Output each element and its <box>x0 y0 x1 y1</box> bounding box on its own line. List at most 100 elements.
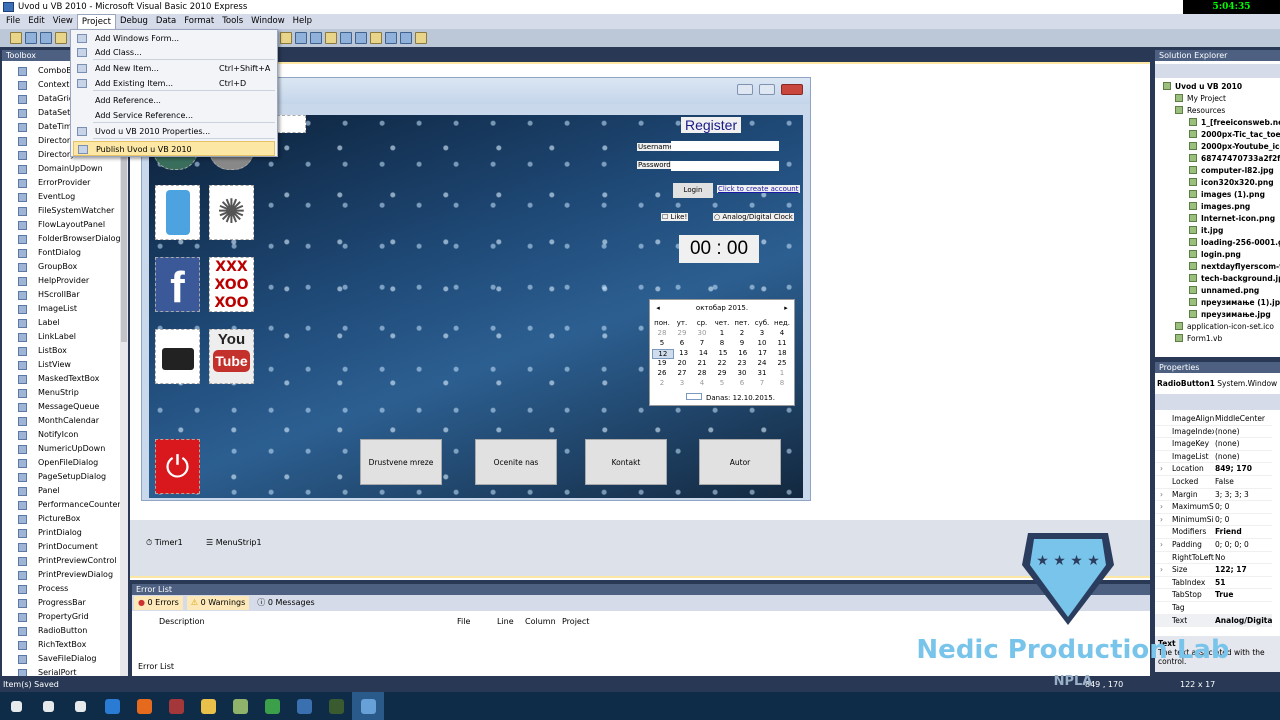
toolbox-item[interactable]: HScrollBar <box>2 288 120 302</box>
minimize-button[interactable] <box>737 84 753 95</box>
calendar-day[interactable]: 4 <box>692 379 712 387</box>
property-value[interactable]: True <box>1215 589 1273 602</box>
calendar-day[interactable]: 11 <box>772 339 792 347</box>
clock-radio-button[interactable]: ○ Analog/Digital Clock <box>713 213 794 221</box>
menu-file[interactable]: File <box>2 14 24 29</box>
property-value[interactable]: 122; 17 <box>1215 564 1273 577</box>
toolbox-item[interactable]: PropertyGrid <box>2 610 120 624</box>
calendar-day[interactable]: 21 <box>692 359 712 367</box>
property-row[interactable]: Tag <box>1155 602 1272 615</box>
calendar-day[interactable]: 7 <box>692 339 712 347</box>
toolbox-item[interactable]: PageSetupDialog <box>2 470 120 484</box>
taskbar-task-view[interactable] <box>64 692 96 720</box>
create-account-link[interactable]: Click to create account <box>717 185 800 193</box>
toolbar-button-icon[interactable] <box>25 32 37 44</box>
resource-file[interactable]: icon320x320.png <box>1189 177 1280 189</box>
menu-item-add-new-item[interactable]: Add New Item... Ctrl+Shift+A <box>73 61 275 76</box>
menu-tools[interactable]: Tools <box>218 14 247 29</box>
calendar-day[interactable]: 6 <box>672 339 692 347</box>
menu-window[interactable]: Window <box>247 14 289 29</box>
taskbar-search[interactable] <box>32 692 64 720</box>
property-row[interactable]: TabIndex 51 <box>1155 577 1272 590</box>
property-value[interactable]: 0; 0 <box>1215 514 1273 527</box>
taskbar-access[interactable] <box>160 692 192 720</box>
timer1-component[interactable]: ⏱ Timer1 <box>146 538 183 548</box>
calendar-day[interactable]: 25 <box>772 359 792 367</box>
calendar-day[interactable]: 27 <box>672 369 692 377</box>
my-project-node[interactable]: My Project <box>1175 93 1280 105</box>
calendar-day[interactable]: 18 <box>772 349 792 359</box>
toolbar-button-icon[interactable] <box>355 32 367 44</box>
property-row[interactable]: Text Analog/Digital Clock <box>1155 614 1273 628</box>
property-row[interactable]: ImageIndex (none) <box>1155 426 1272 439</box>
toolbox-item[interactable]: LinkLabel <box>2 330 120 344</box>
resource-file[interactable]: Internet-icon.png <box>1189 213 1280 225</box>
menu-item-add-reference[interactable]: Add Reference... <box>73 93 275 108</box>
toolbar-button-icon[interactable] <box>40 32 52 44</box>
expand-icon[interactable]: › <box>1160 514 1163 527</box>
toolbox-item[interactable]: PrintPreviewDialog <box>2 568 120 582</box>
property-value[interactable]: Analog/Digital Clock <box>1215 615 1273 628</box>
toolbar-button-icon[interactable] <box>370 32 382 44</box>
column-file[interactable]: File <box>457 617 470 626</box>
calculator-icon[interactable] <box>155 185 200 240</box>
kontakt-button[interactable]: Kontakt <box>585 439 667 485</box>
calendar-day[interactable]: 19 <box>652 359 672 367</box>
autor-button[interactable]: Autor <box>699 439 781 485</box>
resource-file[interactable]: images (1).png <box>1189 189 1280 201</box>
toolbox-item[interactable]: Label <box>2 316 120 330</box>
calendar-day[interactable]: 7 <box>752 379 772 387</box>
close-button[interactable] <box>781 84 803 95</box>
menu-debug[interactable]: Debug <box>116 14 152 29</box>
resource-file[interactable]: 1_[freeiconsweb.net]_ <box>1189 117 1280 129</box>
toolbox-item[interactable]: EventLog <box>2 190 120 204</box>
property-value[interactable]: 51 <box>1215 577 1273 590</box>
power-icon[interactable]: ⏻ <box>155 439 200 494</box>
resource-file[interactable]: loading-256-0001.gif <box>1189 237 1280 249</box>
property-value[interactable]: 849; 170 <box>1215 463 1273 476</box>
project-node[interactable]: Uvod u VB 2010 <box>1163 81 1273 93</box>
calendar-day[interactable]: 17 <box>753 349 773 359</box>
resource-file[interactable]: nextdayflyerscom-fre <box>1189 261 1280 273</box>
toolbox-item[interactable]: FontDialog <box>2 246 120 260</box>
toolbox-item[interactable]: ProgressBar <box>2 596 120 610</box>
toolbar-button-icon[interactable] <box>55 32 67 44</box>
toolbox-item[interactable]: MonthCalendar <box>2 414 120 428</box>
expand-icon[interactable]: › <box>1160 539 1163 552</box>
ocenite-nas-button[interactable]: Ocenite nas <box>475 439 557 485</box>
tab-error-list[interactable]: Error List <box>132 660 181 674</box>
taskbar-media[interactable] <box>288 692 320 720</box>
calendar-day[interactable]: 10 <box>752 339 772 347</box>
property-row[interactable]: › Padding 0; 0; 0; 0 <box>1155 539 1272 552</box>
taskbar-visual-basic[interactable] <box>352 692 384 720</box>
property-row[interactable]: Locked False <box>1155 476 1272 489</box>
toolbox-item[interactable]: SaveFileDialog <box>2 652 120 666</box>
youtube-icon[interactable]: You Tube <box>209 329 254 384</box>
toolbox-item[interactable]: PrintPreviewControl <box>2 554 120 568</box>
toolbar-button-icon[interactable] <box>385 32 397 44</box>
form1-file[interactable]: Form1.vb <box>1175 333 1280 345</box>
property-value[interactable]: (none) <box>1215 426 1273 439</box>
calendar-day[interactable]: 6 <box>732 379 752 387</box>
calendar-today[interactable]: Danas: 12.10.2015. <box>686 393 775 402</box>
calendar-day[interactable]: 14 <box>693 349 713 359</box>
toolbox-item[interactable]: PrintDocument <box>2 540 120 554</box>
property-value[interactable]: MiddleCenter <box>1215 413 1273 426</box>
calendar-day[interactable]: 16 <box>733 349 753 359</box>
calendar-day[interactable]: 8 <box>772 379 792 387</box>
password-input[interactable] <box>671 161 779 171</box>
resource-file[interactable]: images.png <box>1189 201 1280 213</box>
menu-item-add-service-reference[interactable]: Add Service Reference... <box>73 108 275 123</box>
resource-file[interactable]: 68747470733a2f2f662 <box>1189 153 1280 165</box>
toolbar-button-icon[interactable] <box>310 32 322 44</box>
taskbar-firefox[interactable] <box>128 692 160 720</box>
toolbox-item[interactable]: ListView <box>2 358 120 372</box>
toolbox-item[interactable]: MenuStrip <box>2 386 120 400</box>
toolbox-item[interactable]: GroupBox <box>2 260 120 274</box>
property-row[interactable]: › MinimumSize0; 0 <box>1155 514 1272 527</box>
loading-spinner-icon[interactable]: ✺ <box>209 185 254 240</box>
calendar-day[interactable]: 30 <box>732 369 752 377</box>
maximize-button[interactable] <box>759 84 775 95</box>
resource-file[interactable]: it.jpg <box>1189 225 1280 237</box>
menu-item-uvod-u-vb-2010-properties[interactable]: Uvod u VB 2010 Properties... <box>73 124 275 139</box>
